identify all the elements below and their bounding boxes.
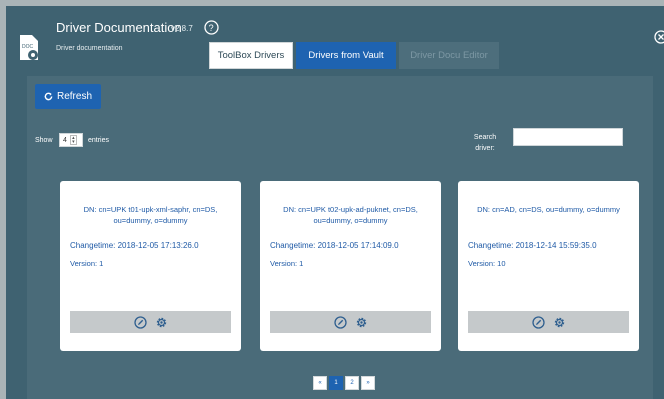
stepper-arrows-icon[interactable]: ▴ ▾ (69, 135, 77, 145)
driver-dn: DN: cn=UPK t01-upk-xml-saphr, cn=DS, ou=… (83, 205, 218, 225)
driver-card: DN: cn=UPK t01-upk-xml-saphr, cn=DS, ou=… (60, 181, 241, 351)
content-panel: Refresh Show 4 ▴ ▾ entries Search driver:… (27, 76, 653, 399)
app-version: v2.8.7 (171, 24, 193, 33)
svg-text:?: ? (209, 23, 214, 33)
edit-icon[interactable] (531, 315, 545, 329)
svg-text:DOC: DOC (22, 44, 34, 50)
close-circle-icon[interactable] (654, 30, 664, 44)
driver-changetime: Changetime: 2018-12-14 15:59:35.0 (468, 241, 597, 250)
refresh-icon (44, 92, 53, 101)
search-input[interactable] (513, 128, 623, 146)
pagination: « 1 2 » (313, 376, 375, 390)
driver-dn: DN: cn=AD, cn=DS, ou=dummy, o=dummy (477, 205, 620, 214)
driver-card: DN: cn=UPK t02-upk-ad-puknet, cn=DS, ou=… (260, 181, 441, 351)
edit-icon[interactable] (133, 315, 147, 329)
tab-drivers-from-vault[interactable]: Drivers from Vault (296, 42, 396, 69)
card-actions (468, 311, 629, 333)
driver-changetime: Changetime: 2018-12-05 17:14:09.0 (270, 241, 399, 250)
pagination-page-2[interactable]: 2 (345, 376, 359, 390)
driver-dn: DN: cn=UPK t02-upk-ad-puknet, cn=DS, ou=… (283, 205, 418, 225)
card-actions (70, 311, 231, 333)
help-circle-icon[interactable]: ? (204, 20, 219, 35)
entries-label: entries (88, 137, 110, 144)
tab-driver-docu-editor[interactable]: Driver Docu Editor (399, 42, 499, 69)
gear-icon[interactable] (553, 316, 566, 329)
pagination-prev[interactable]: « (313, 376, 327, 390)
entries-stepper[interactable]: 4 ▴ ▾ (59, 133, 83, 147)
gear-icon[interactable] (355, 316, 368, 329)
tab-toolbox-drivers[interactable]: ToolBox Drivers (209, 42, 293, 69)
driver-changetime: Changetime: 2018-12-05 17:13:26.0 (70, 241, 199, 250)
gear-icon[interactable] (155, 316, 168, 329)
app-title: Driver Documentation (56, 20, 182, 35)
pagination-next[interactable]: » (361, 376, 375, 390)
driver-version: Version: 1 (270, 259, 304, 268)
show-label: Show (35, 137, 53, 144)
driver-card: DN: cn=AD, cn=DS, ou=dummy, o=dummy Chan… (458, 181, 639, 351)
app-subtitle: Driver documentation (56, 45, 123, 52)
driver-version: Version: 1 (70, 259, 104, 268)
driver-version: Version: 10 (468, 259, 506, 268)
pagination-page-1[interactable]: 1 (329, 376, 343, 390)
app-window: DOC Driver Documentation v2.8.7 ? Driver… (6, 6, 664, 399)
edit-icon[interactable] (333, 315, 347, 329)
refresh-button[interactable]: Refresh (35, 84, 101, 109)
card-actions (270, 311, 431, 333)
refresh-label: Refresh (56, 91, 92, 102)
search-label: Search driver: (473, 134, 497, 152)
document-gear-icon: DOC (20, 35, 38, 60)
entries-value: 4 (63, 136, 67, 144)
